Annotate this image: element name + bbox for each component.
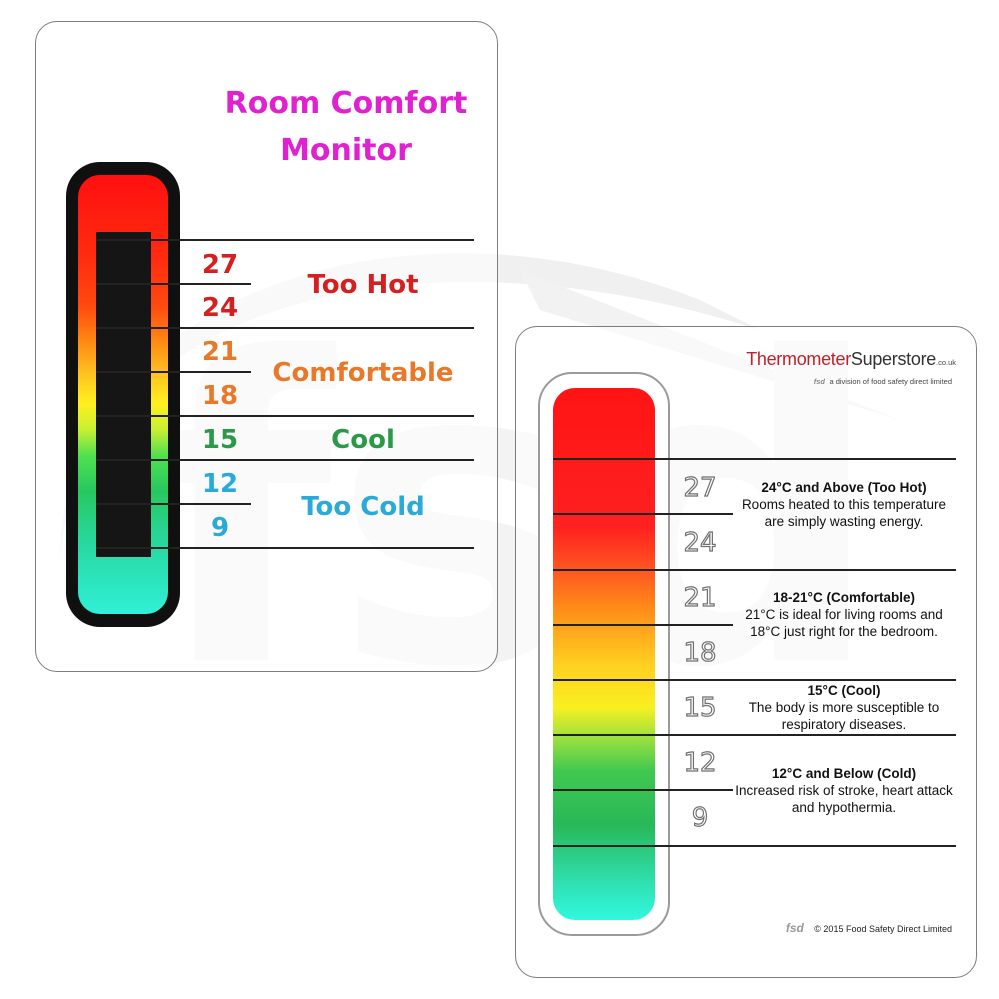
scale-number-24: 24 — [201, 293, 239, 323]
back-scale-15: 15 — [683, 692, 717, 723]
division-text: a division of food safety direct limited — [829, 377, 952, 386]
divider-line — [96, 327, 474, 329]
brand-logo: ThermometerSuperstore.co.uk — [696, 349, 956, 370]
desc-text: The body is more susceptible to respirat… — [748, 700, 940, 732]
tick-line — [96, 503, 251, 505]
copyright-text: © 2015 Food Safety Direct Limited — [814, 924, 952, 934]
desc-qualifier: (Comfortable) — [826, 590, 915, 605]
description-too-hot: 24°C and Above (Too Hot) Rooms heated to… — [734, 479, 954, 530]
desc-heading: 15°C — [807, 683, 838, 698]
scale-number-9: 9 — [210, 513, 230, 543]
desc-text: 21°C is ideal for living rooms and 18°C … — [745, 607, 943, 639]
divider-line — [553, 679, 956, 681]
tick-line — [96, 371, 251, 373]
back-scale-9: 9 — [691, 802, 709, 833]
tick-line — [553, 513, 733, 515]
tick-line — [96, 283, 251, 285]
title-line-1: Room Comfort — [224, 86, 468, 121]
scale-number-27: 27 — [201, 250, 239, 280]
division-line: fsd a division of food safety direct lim… — [696, 371, 952, 389]
desc-qualifier: (Too Hot) — [867, 480, 927, 495]
thermometer-gradient-back — [553, 388, 655, 920]
desc-heading: 18-21°C — [773, 590, 823, 605]
thermometer-tube-back — [538, 372, 670, 936]
back-scale-21: 21 — [683, 582, 717, 613]
scale-number-12: 12 — [201, 469, 239, 499]
back-card: ThermometerSuperstore.co.uk fsd a divisi… — [515, 326, 977, 978]
desc-heading: 24°C and Above — [761, 480, 864, 495]
divider-line — [96, 547, 474, 549]
divider-line — [553, 734, 956, 736]
description-cold: 12°C and Below (Cold) Increased risk of … — [734, 765, 954, 816]
divider-line — [553, 458, 956, 460]
title-line-2: Monitor — [280, 133, 412, 168]
tick-line — [553, 624, 733, 626]
desc-qualifier: (Cool) — [841, 683, 881, 698]
desc-qualifier: (Cold) — [877, 766, 917, 781]
divider-line — [96, 239, 474, 241]
zone-label-too-hot: Too Hot — [307, 270, 419, 300]
zone-label-too-cold: Too Cold — [301, 492, 425, 522]
back-scale-12: 12 — [683, 747, 717, 778]
back-scale-27: 27 — [683, 472, 717, 503]
fsd-footer-logo: fsd — [785, 921, 804, 935]
divider-line — [553, 845, 956, 847]
scale-number-21: 21 — [201, 337, 239, 367]
fsd-small-logo: fsd — [813, 377, 825, 386]
liquid-crystal-strip — [96, 232, 151, 557]
desc-text: Rooms heated to this temperature are sim… — [741, 497, 947, 529]
thermometer-tube — [66, 162, 180, 627]
divider-line — [96, 459, 474, 461]
zone-label-comfortable: Comfortable — [272, 358, 454, 388]
scale-number-18: 18 — [201, 381, 239, 411]
divider-line — [96, 415, 474, 417]
zone-label-cool: Cool — [331, 425, 395, 455]
desc-text: Increased risk of stroke, heart attack a… — [735, 783, 953, 815]
description-comfortable: 18-21°C (Comfortable) 21°C is ideal for … — [734, 589, 954, 640]
tick-line — [553, 789, 733, 791]
divider-line — [553, 569, 956, 571]
back-scale-18: 18 — [683, 637, 717, 668]
brand-name-part1: Thermometer — [746, 349, 851, 369]
brand-domain: .co.uk — [935, 358, 956, 367]
card-title: Room Comfort Monitor — [206, 80, 486, 174]
front-card: Room Comfort Monitor 27 24 21 18 15 12 9… — [35, 21, 498, 672]
scale-number-15: 15 — [201, 425, 239, 455]
footer: fsd © 2015 Food Safety Direct Limited — [746, 919, 952, 937]
desc-heading: 12°C and Below — [771, 766, 874, 781]
back-scale-24: 24 — [683, 527, 717, 558]
description-cool: 15°C (Cool) The body is more susceptible… — [734, 682, 954, 733]
brand-name-part2: Superstore — [850, 349, 936, 369]
